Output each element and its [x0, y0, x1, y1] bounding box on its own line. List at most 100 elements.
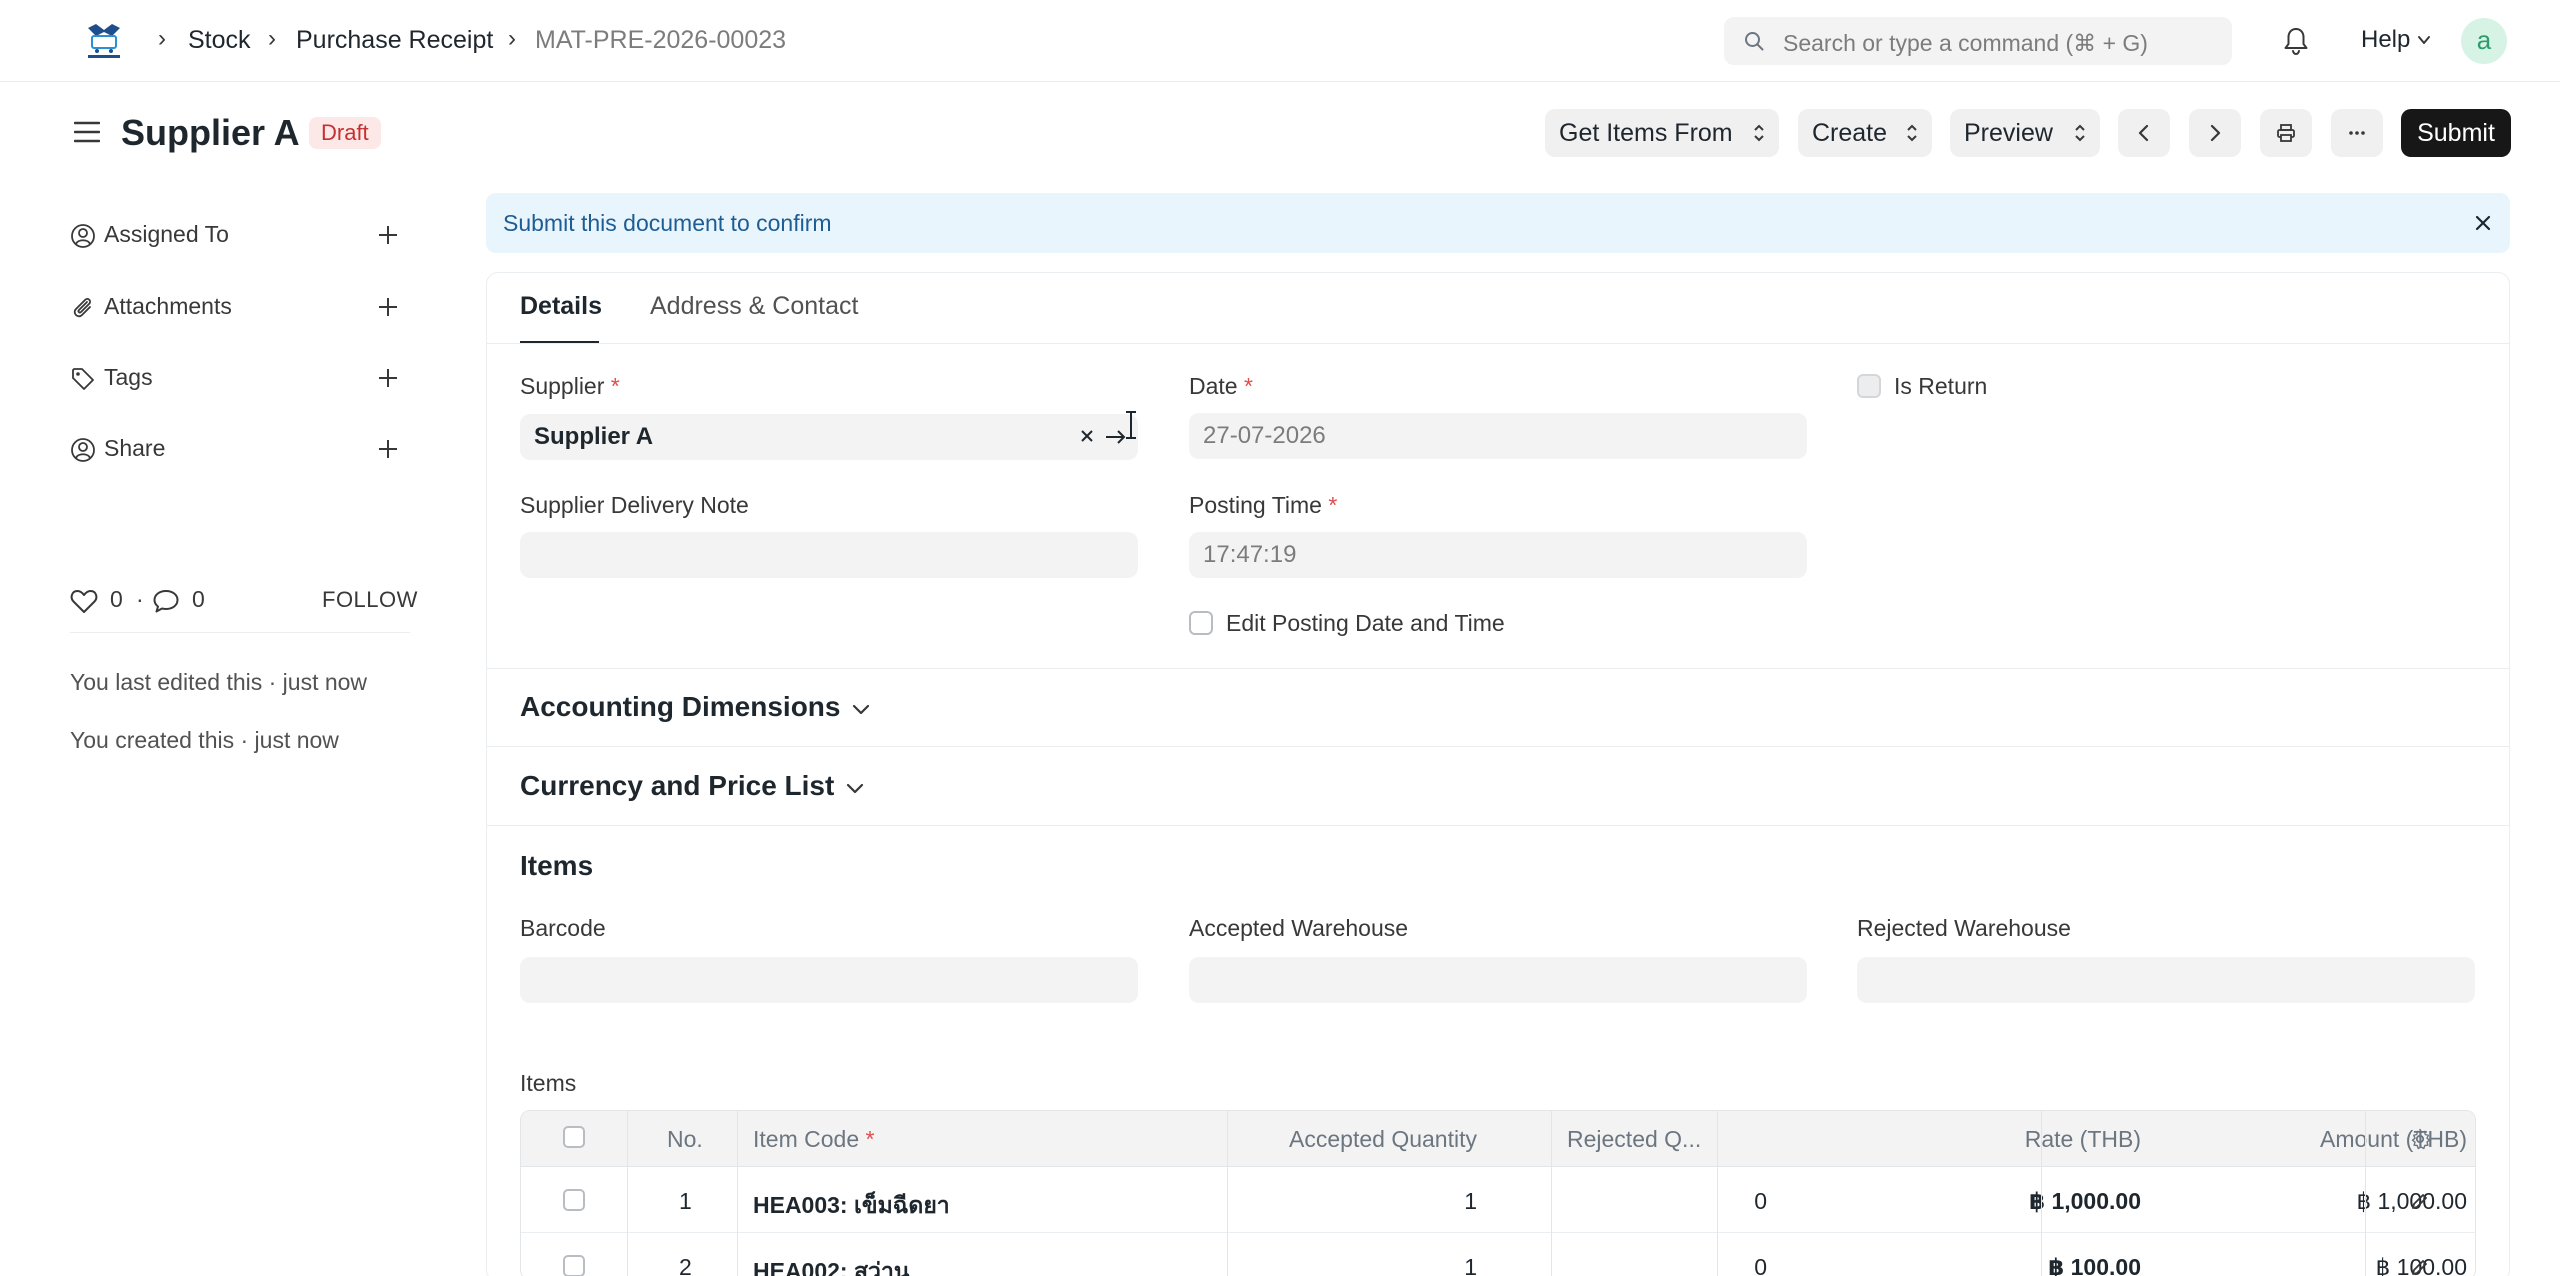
- plus-icon[interactable]: [376, 295, 400, 319]
- chevron-down-icon[interactable]: [851, 700, 871, 720]
- sidebar-toggle-icon[interactable]: [74, 120, 100, 144]
- text-cursor-icon: [1126, 411, 1136, 439]
- currency-price-list-section[interactable]: Currency and Price List: [520, 770, 834, 802]
- plus-icon[interactable]: [376, 366, 400, 390]
- column-amount[interactable]: Amount (THB): [2047, 1126, 2467, 1153]
- edit-posting-date-time-checkbox[interactable]: [1189, 611, 1213, 635]
- user-avatar[interactable]: a: [2461, 18, 2507, 64]
- table-row[interactable]: 2 HEA002: สว่าน 1 0 ฿ 100.00 ฿ 100.00: [521, 1233, 2475, 1276]
- heart-icon[interactable]: [70, 588, 98, 614]
- supplier-field[interactable]: Supplier A: [520, 414, 1138, 460]
- create-label: Create: [1812, 119, 1888, 147]
- edit-pencil-icon[interactable]: [2410, 1257, 2430, 1276]
- sidebar-item-label: Tags: [104, 364, 153, 390]
- edit-pencil-icon[interactable]: [2410, 1191, 2430, 1211]
- get-items-from-label: Get Items From: [1559, 119, 1733, 147]
- create-button[interactable]: Create: [1798, 109, 1932, 157]
- comment-icon[interactable]: [152, 588, 180, 614]
- ellipsis-icon: [2349, 131, 2365, 135]
- chevron-down-icon[interactable]: [2416, 32, 2432, 48]
- breadcrumb-current-document: MAT-PRE-2026-00023: [535, 26, 787, 54]
- date-label: Date *: [1189, 373, 1253, 399]
- more-actions-button[interactable]: [2331, 109, 2383, 157]
- tab-address-contact[interactable]: Address & Contact: [650, 292, 858, 321]
- sidebar-item-tags[interactable]: Tags: [70, 362, 410, 394]
- date-field[interactable]: 27-07-2026: [1189, 413, 1807, 459]
- tabs-divider: [487, 343, 2509, 344]
- table-header: No. Item Code * Accepted Quantity Reject…: [521, 1111, 2475, 1167]
- row-rejected-quantity[interactable]: 0: [1347, 1188, 1767, 1215]
- plus-icon[interactable]: [376, 437, 400, 461]
- search-icon: [1745, 32, 1764, 51]
- chevron-down-icon[interactable]: [845, 779, 865, 799]
- column-divider: [737, 1111, 738, 1276]
- select-all-checkbox[interactable]: [563, 1126, 585, 1148]
- printer-icon: [2277, 124, 2295, 142]
- row-amount: ฿ 1,000.00: [2356, 1188, 2467, 1214]
- accounting-dimensions-section[interactable]: Accounting Dimensions: [520, 691, 840, 723]
- sidebar-divider: [70, 632, 410, 633]
- notification-bell-icon[interactable]: [2282, 26, 2310, 56]
- column-divider: [2365, 1111, 2366, 1276]
- barcode-field[interactable]: [520, 957, 1138, 1003]
- preview-button[interactable]: Preview: [1950, 109, 2100, 157]
- help-menu[interactable]: Help: [2361, 26, 2410, 54]
- search-input[interactable]: Search or type a command (⌘ + G): [1724, 17, 2232, 65]
- sidebar-item-attachments[interactable]: Attachments: [70, 291, 410, 323]
- next-document-button[interactable]: [2189, 109, 2241, 157]
- previous-document-button[interactable]: [2118, 109, 2170, 157]
- page-title: Supplier A: [121, 112, 300, 153]
- table-row[interactable]: 1 HEA003: เข็มฉีดยา 1 0 ฿ 1,000.00 ฿ 1,0…: [521, 1167, 2475, 1233]
- breadcrumb-purchase-receipt[interactable]: Purchase Receipt: [296, 26, 493, 55]
- alert-message: Submit this document to confirm: [503, 210, 832, 236]
- row-checkbox[interactable]: [563, 1255, 585, 1276]
- print-button[interactable]: [2260, 109, 2312, 157]
- plus-icon[interactable]: [376, 223, 400, 247]
- posting-time-label: Posting Time *: [1189, 492, 1338, 518]
- column-divider: [1551, 1111, 1552, 1276]
- assign-user-icon: [71, 224, 95, 248]
- app-logo[interactable]: [82, 18, 126, 62]
- select-arrows-icon: [1754, 124, 1764, 142]
- submit-button[interactable]: Submit: [2401, 109, 2511, 157]
- chevron-left-icon: [2138, 124, 2149, 142]
- tag-icon: [72, 368, 94, 390]
- follow-button[interactable]: FOLLOW: [322, 587, 418, 613]
- posting-time-field[interactable]: 17:47:19: [1189, 532, 1807, 578]
- clear-icon[interactable]: [1078, 427, 1096, 445]
- is-return-label: Is Return: [1894, 373, 1988, 399]
- column-no: No.: [667, 1126, 703, 1152]
- column-item-code[interactable]: Item Code *: [753, 1126, 874, 1153]
- column-rejected-quantity[interactable]: Rejected Q...: [1567, 1126, 1701, 1153]
- get-items-from-button[interactable]: Get Items From: [1545, 109, 1779, 157]
- breadcrumb-separator: ›: [158, 25, 166, 52]
- chevron-right-icon: [2210, 124, 2221, 142]
- supplier-delivery-note-field[interactable]: [520, 532, 1138, 578]
- tab-details[interactable]: Details: [520, 292, 602, 321]
- is-return-checkbox[interactable]: [1857, 374, 1881, 398]
- breadcrumb-stock[interactable]: Stock: [188, 26, 251, 55]
- sidebar-item-assigned-to[interactable]: Assigned To: [70, 219, 410, 251]
- section-divider: [487, 746, 2509, 747]
- close-icon[interactable]: [2472, 212, 2494, 234]
- row-item-code[interactable]: HEA003: เข็มฉีดยา: [753, 1188, 950, 1224]
- accepted-warehouse-field[interactable]: [1189, 957, 1807, 1003]
- items-table-label: Items: [520, 1070, 577, 1096]
- edit-posting-date-time-label: Edit Posting Date and Time: [1226, 610, 1505, 636]
- column-accepted-quantity[interactable]: Accepted Quantity: [1057, 1126, 1477, 1153]
- breadcrumb-separator: ›: [508, 25, 516, 52]
- row-item-code[interactable]: HEA002: สว่าน: [753, 1254, 910, 1276]
- items-table: No. Item Code * Accepted Quantity Reject…: [520, 1110, 2476, 1276]
- date-value: 27-07-2026: [1203, 422, 1326, 449]
- sidebar-item-label: Share: [104, 435, 166, 461]
- select-arrows-icon: [2075, 124, 2085, 142]
- supplier-value: Supplier A: [534, 423, 654, 450]
- row-rejected-quantity[interactable]: 0: [1347, 1254, 1767, 1276]
- search-placeholder: Search or type a command (⌘ + G): [1783, 30, 2148, 56]
- row-checkbox[interactable]: [563, 1189, 585, 1211]
- gear-icon[interactable]: [2409, 1128, 2431, 1150]
- paperclip-icon: [73, 298, 91, 318]
- rejected-warehouse-field[interactable]: [1857, 957, 2475, 1003]
- sidebar-item-share[interactable]: Share: [70, 433, 410, 465]
- sidebar-item-label: Attachments: [104, 293, 232, 319]
